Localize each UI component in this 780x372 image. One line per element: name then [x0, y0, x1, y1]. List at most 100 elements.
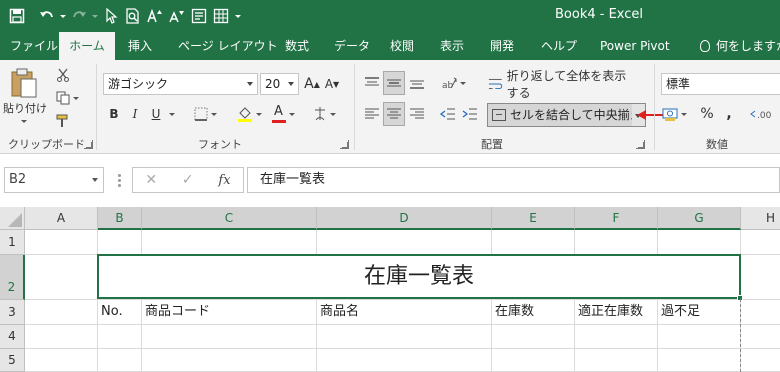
align-right-icon[interactable]: [407, 103, 427, 125]
redo-icon[interactable]: [68, 4, 90, 28]
customize-qat-icon[interactable]: [232, 4, 244, 28]
copy-icon[interactable]: [54, 89, 80, 107]
row-header-5[interactable]: 5: [0, 349, 25, 372]
tab-view[interactable]: 表示: [432, 32, 472, 60]
cell-e3[interactable]: 在庫数: [492, 300, 534, 324]
column-header-f[interactable]: F: [575, 207, 658, 230]
italic-button[interactable]: I: [125, 103, 145, 125]
column-header-d[interactable]: D: [317, 207, 492, 230]
alignment-launcher-icon[interactable]: [636, 140, 645, 149]
format-painter-icon[interactable]: [54, 112, 72, 130]
select-icon[interactable]: [100, 4, 122, 28]
column-header-c[interactable]: C: [142, 207, 317, 230]
increase-font-icon[interactable]: [144, 4, 166, 28]
cell-g3[interactable]: 過不足: [658, 300, 700, 324]
save-icon[interactable]: [6, 4, 28, 28]
increase-indent-icon[interactable]: [460, 103, 480, 125]
grow-font-button[interactable]: A ▲: [303, 74, 321, 94]
number-group-label: 数値: [706, 138, 728, 151]
cell-b3[interactable]: No.: [98, 300, 123, 324]
underline-button[interactable]: U: [146, 103, 166, 125]
tab-home[interactable]: ホーム: [59, 32, 115, 60]
align-top-icon[interactable]: [362, 72, 382, 94]
column-header-e[interactable]: E: [492, 207, 575, 230]
cell-d3[interactable]: 商品名: [317, 300, 359, 324]
row-header-1[interactable]: 1: [0, 230, 25, 255]
phonetic-button[interactable]: [312, 103, 336, 125]
svg-text:ab: ab: [442, 81, 454, 90]
tab-data[interactable]: データ: [326, 32, 378, 60]
print-preview-icon[interactable]: [122, 4, 144, 28]
enter-icon[interactable]: ✓: [182, 172, 194, 188]
tab-insert[interactable]: 挿入: [120, 32, 160, 60]
formula-bar-splitter[interactable]: [118, 174, 121, 187]
font-name-select[interactable]: 游ゴシック: [103, 73, 258, 95]
group-separator: [96, 64, 97, 150]
tab-page-layout[interactable]: ページ レイアウト: [170, 32, 286, 60]
tab-formulas[interactable]: 数式: [277, 32, 317, 60]
sheet-icon[interactable]: [210, 4, 232, 28]
select-all-button[interactable]: [0, 207, 25, 230]
cell-f3[interactable]: 適正在庫数: [575, 300, 643, 324]
tab-help[interactable]: ヘルプ: [533, 32, 585, 60]
number-format-select[interactable]: 標準: [661, 73, 780, 95]
merge-center-label: セルを結合して中央揃え: [510, 108, 642, 122]
merged-title-cell[interactable]: 在庫一覧表: [97, 254, 741, 299]
row-header-4[interactable]: 4: [0, 325, 25, 349]
accounting-format-button[interactable]: [660, 103, 688, 125]
tab-power-pivot[interactable]: Power Pivot: [592, 32, 678, 60]
undo-dropdown-icon[interactable]: [58, 4, 68, 28]
gridline: [25, 348, 780, 349]
align-bottom-icon[interactable]: [407, 72, 427, 94]
column-header-a[interactable]: A: [25, 207, 98, 230]
cut-icon[interactable]: [54, 66, 72, 84]
decrease-font-icon[interactable]: [166, 4, 188, 28]
wrap-text-button[interactable]: 折り返して全体を表示する: [488, 69, 638, 100]
undo-icon[interactable]: [36, 4, 58, 28]
tell-me-box[interactable]: 何をしますか: [700, 32, 780, 60]
insert-function-icon[interactable]: fx: [218, 173, 230, 188]
paste-icon[interactable]: [6, 66, 42, 100]
clipboard-launcher-icon[interactable]: [84, 140, 93, 149]
formula-input[interactable]: 在庫一覧表: [247, 167, 780, 193]
paste-dropdown-icon[interactable]: [16, 117, 32, 125]
font-name-value: 游ゴシック: [108, 77, 169, 91]
column-header-b[interactable]: B: [98, 207, 142, 230]
font-color-button[interactable]: A: [268, 103, 298, 125]
comma-button[interactable]: ,: [722, 103, 736, 125]
row-header-3[interactable]: 3: [0, 300, 25, 325]
font-size-select[interactable]: 20: [260, 73, 299, 95]
increase-decimal-icon[interactable]: .00: [748, 103, 778, 125]
percent-button[interactable]: %: [698, 103, 716, 125]
underline-dropdown-icon[interactable]: [166, 103, 178, 125]
borders-button[interactable]: [190, 103, 220, 125]
wrap-text-label: 折り返して全体を表示する: [506, 69, 627, 100]
redo-dropdown-icon[interactable]: [90, 4, 100, 28]
orientation-button[interactable]: ab: [438, 72, 468, 94]
worksheet-grid[interactable]: A B C D E F G H 1 2 3 4 5 在庫一覧表 No. 商品コー…: [0, 207, 780, 372]
wrap-text-icon: [488, 78, 503, 90]
row-header-2[interactable]: 2: [0, 255, 25, 300]
align-center-icon[interactable]: [383, 102, 405, 126]
name-box[interactable]: B2: [4, 167, 104, 193]
tab-developer[interactable]: 開発: [482, 32, 522, 60]
form-icon[interactable]: [188, 4, 210, 28]
font-color-icon: A: [271, 105, 286, 123]
font-launcher-icon[interactable]: [340, 140, 349, 149]
phonetic-icon: [314, 107, 325, 121]
column-header-g[interactable]: G: [658, 207, 741, 230]
shrink-font-button[interactable]: A ▼: [323, 74, 341, 94]
align-middle-icon[interactable]: [383, 71, 405, 95]
bold-button[interactable]: B: [104, 103, 124, 125]
cell-c3[interactable]: 商品コード: [142, 300, 210, 324]
merge-center-button[interactable]: セルを結合して中央揃え: [487, 103, 642, 127]
column-header-h[interactable]: H: [741, 207, 780, 230]
cancel-icon[interactable]: ✕: [145, 172, 157, 188]
fill-color-button[interactable]: [234, 103, 264, 125]
tab-review[interactable]: 校閲: [382, 32, 422, 60]
paste-button[interactable]: 貼り付け: [2, 100, 48, 116]
name-box-dropdown-icon[interactable]: [92, 178, 98, 182]
align-left-icon[interactable]: [362, 103, 382, 125]
tab-file[interactable]: ファイル: [2, 32, 66, 60]
decrease-indent-icon[interactable]: [438, 103, 458, 125]
